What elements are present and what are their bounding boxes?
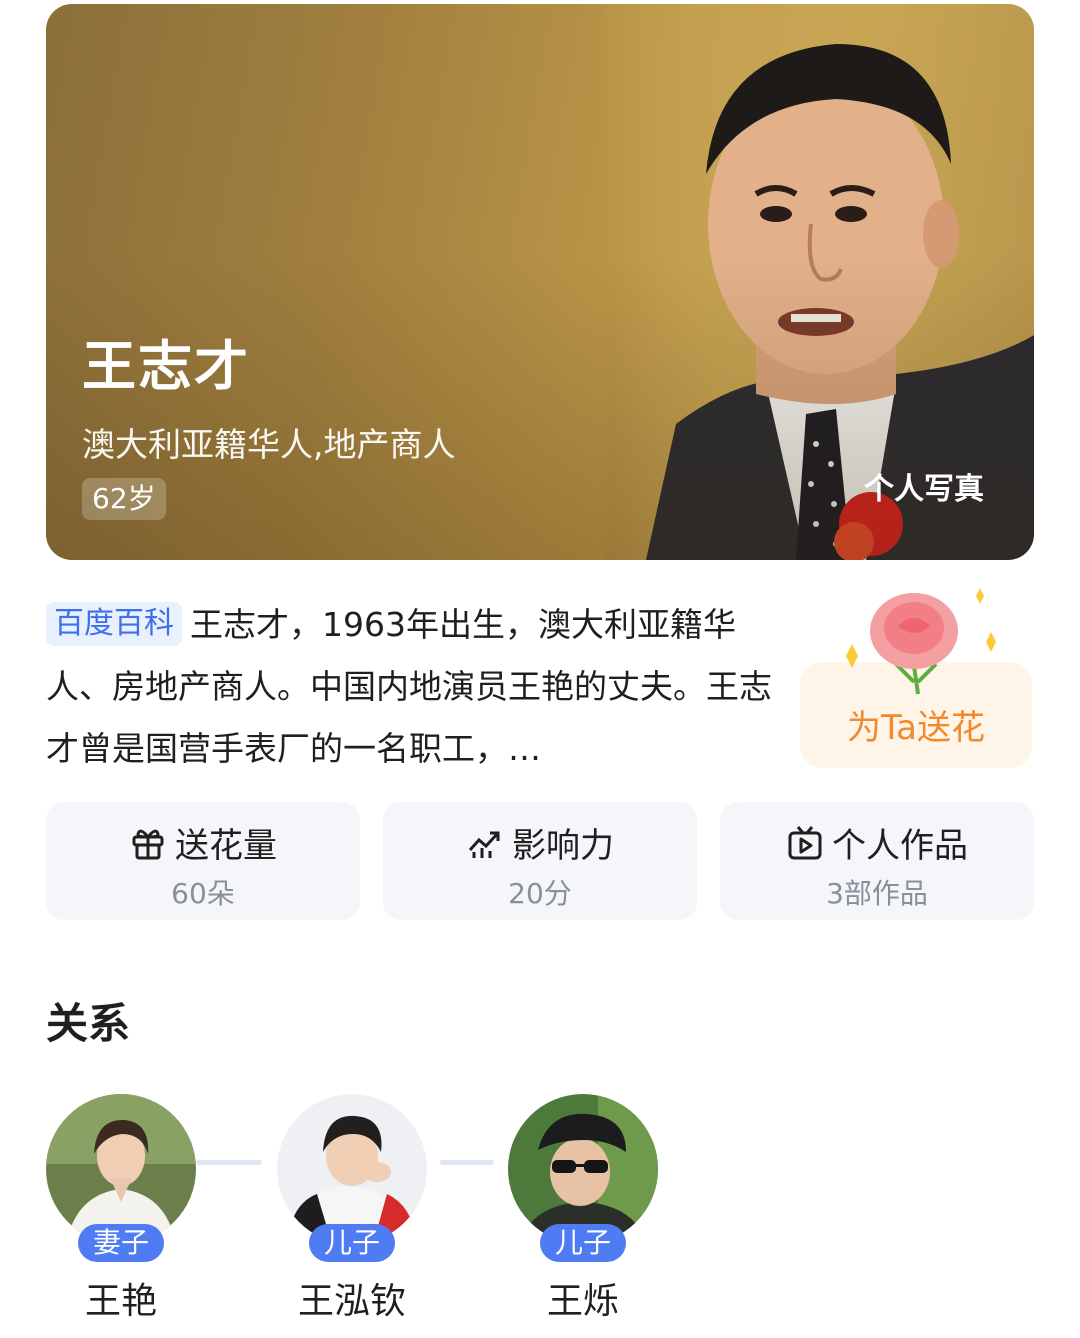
stat-value: 60朵 <box>171 877 235 910</box>
send-flower-label: 为Ta送花 <box>847 708 985 748</box>
relation-badge: 妻子 <box>78 1224 164 1262</box>
relation-name: 王烁 <box>546 1281 619 1322</box>
person-name: 王志才 <box>82 335 250 398</box>
stat-value: 3部作品 <box>826 877 928 910</box>
gift-icon <box>132 829 164 859</box>
stat-title: 影响力 <box>512 826 614 866</box>
relations-section-title: 关系 <box>46 999 131 1048</box>
age-badge: 62岁 <box>82 478 166 520</box>
video-icon <box>788 825 822 859</box>
stat-value: 20分 <box>508 877 572 910</box>
relation-connector <box>196 1160 262 1165</box>
summary-text-block[interactable]: 百度百科 王志才，1963年出生，澳大利亚籍华人、房地产商人。中国内地演员王艳的丈… <box>46 594 776 780</box>
relation-badge: 儿子 <box>309 1224 395 1262</box>
personal-photos-button[interactable]: 个人写真 <box>864 464 984 508</box>
relation-card-wife[interactable]: 妻子 王艳 <box>46 1094 196 1324</box>
profile-hero-card[interactable]: 王志才 澳大利亚籍华人,地产商人 62岁 个人写真 <box>46 4 1034 560</box>
stat-flower-count[interactable]: 送花量 60朵 <box>46 802 360 920</box>
relation-name: 王艳 <box>84 1281 157 1322</box>
baidu-baike-tag[interactable]: 百度百科 <box>46 602 182 646</box>
avatar <box>508 1094 658 1244</box>
stat-influence[interactable]: 影响力 20分 <box>383 802 697 920</box>
relation-name: 王泓钦 <box>297 1281 406 1322</box>
rose-icon <box>846 588 996 695</box>
avatar <box>277 1094 427 1244</box>
relation-connector <box>440 1160 494 1165</box>
stat-personal-works[interactable]: 个人作品 3部作品 <box>720 802 1034 920</box>
stat-title: 送花量 <box>175 826 277 866</box>
relation-card-son[interactable]: 儿子 王烁 <box>508 1094 658 1324</box>
relation-badge: 儿子 <box>540 1224 626 1262</box>
relation-card-son[interactable]: 儿子 王泓钦 <box>277 1094 427 1324</box>
stat-title: 个人作品 <box>832 826 968 866</box>
person-description: 澳大利亚籍华人,地产商人 <box>82 425 456 464</box>
avatar <box>46 1094 196 1244</box>
trend-icon <box>468 831 500 858</box>
